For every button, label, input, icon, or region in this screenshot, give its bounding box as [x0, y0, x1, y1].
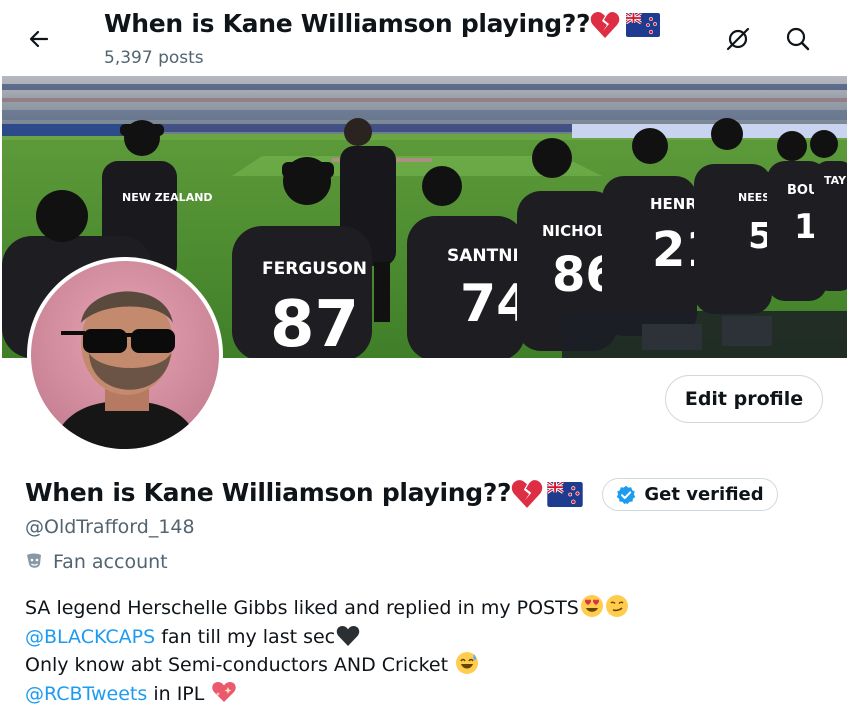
broken-heart-icon	[512, 480, 543, 508]
top-bar: When is Kane Williamson playing?? 5,397 …	[0, 0, 847, 76]
bio-line-3: Only know abt Semi-conductors AND Cricke…	[25, 651, 629, 680]
page-title: When is Kane Williamson playing??	[104, 9, 661, 39]
sweat-smile-emoji	[456, 652, 479, 674]
bio-line-2: @BLACKCAPS fan till my last sec	[25, 623, 629, 652]
get-verified-button[interactable]: Get verified	[602, 478, 778, 511]
back-arrow-icon	[29, 30, 49, 48]
edit-profile-button[interactable]: Edit profile	[665, 375, 823, 423]
jersey-name-ferguson: FERGUSON	[262, 259, 367, 279]
user-handle: @OldTrafford_148	[25, 516, 195, 538]
sparkling-heart-emoji	[212, 681, 237, 702]
avatar-photo	[31, 261, 219, 449]
new-zealand-flag-icon	[547, 481, 583, 507]
search-button[interactable]	[779, 20, 817, 58]
search-icon	[786, 27, 810, 51]
back-button[interactable]	[20, 20, 58, 58]
verified-badge-icon	[617, 485, 636, 504]
heart-eyes-emoji	[580, 595, 603, 617]
get-verified-label: Get verified	[644, 484, 764, 505]
profile-bio: SA legend Herschelle Gibbs liked and rep…	[25, 594, 629, 708]
rcbtweets-mention-link[interactable]: @RCBTweets	[25, 683, 147, 705]
jersey-name-taylor: TAYLOR	[824, 174, 847, 187]
blackcaps-mention-link[interactable]: @BLACKCAPS	[25, 626, 155, 648]
bio-line-1: SA legend Herschelle Gibbs liked and rep…	[25, 594, 629, 623]
jersey-chest-text: NEW ZEALAND	[122, 191, 213, 204]
grok-button[interactable]	[719, 20, 757, 58]
black-heart-emoji	[336, 625, 360, 646]
avatar[interactable]	[27, 257, 223, 453]
account-label-text: Fan account	[53, 551, 168, 573]
account-label: Fan account	[25, 551, 168, 573]
smirk-emoji	[605, 595, 628, 617]
bio-line-4: @RCBTweets in IPL	[25, 680, 629, 709]
new-zealand-flag-icon	[626, 13, 661, 37]
jersey-number-87: 87	[270, 288, 359, 358]
post-count: 5,397 posts	[104, 48, 204, 68]
display-name: When is Kane Williamson playing??	[25, 478, 583, 509]
broken-heart-icon	[590, 12, 620, 38]
theater-mask-icon	[27, 553, 41, 568]
grok-icon	[726, 27, 750, 51]
